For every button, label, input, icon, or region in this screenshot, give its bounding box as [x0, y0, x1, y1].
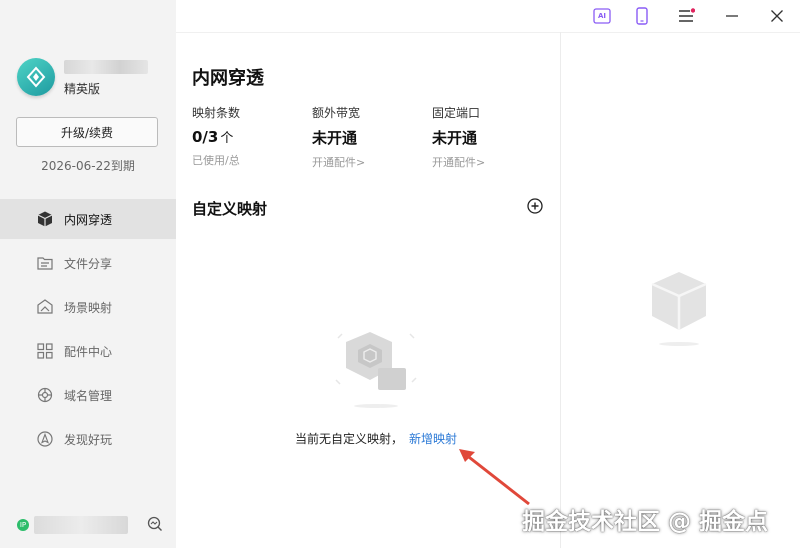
sidebar-item-label: 配件中心 — [64, 344, 113, 359]
minimize-icon — [726, 15, 738, 17]
mobile-app-button[interactable] — [632, 6, 652, 26]
sidebar-item-label: 发现好玩 — [64, 432, 113, 447]
sidebar-item-label: 文件分享 — [64, 256, 113, 271]
globe-icon — [37, 387, 53, 403]
sidebar-item-label: 内网穿透 — [64, 212, 113, 227]
ip-address-blurred — [34, 516, 128, 534]
upgrade-button[interactable]: 升级/续费 — [16, 117, 158, 147]
network-check-icon[interactable] — [147, 516, 163, 532]
stat-value: 未开通 — [432, 129, 478, 147]
scene-map-icon — [37, 299, 53, 314]
sidebar-item-label: 域名管理 — [64, 388, 113, 403]
mobile-icon — [636, 7, 648, 25]
grid-icon — [37, 343, 53, 359]
stat-sub: 已使用/总 — [192, 154, 240, 167]
sidebar-nav: 内网穿透 文件分享 场景映射 配件中心 域名管理 发现好玩 — [0, 199, 176, 463]
stat-label: 额外带宽 — [312, 106, 361, 120]
open-accessory-link[interactable]: 开通配件> — [432, 154, 485, 170]
sidebar-item-label: 场景映射 — [64, 300, 113, 315]
edition-label: 精英版 — [64, 82, 101, 96]
sidebar-item-file-share[interactable]: 文件分享 — [0, 243, 176, 283]
stat-fixed-port: 固定端口 未开通 开通配件> — [432, 104, 485, 170]
add-mapping-link[interactable]: 新增映射 — [409, 432, 457, 446]
stat-label: 映射条数 — [192, 106, 241, 120]
app-logo — [17, 58, 55, 96]
ai-label: AI — [597, 12, 607, 20]
header-divider — [176, 32, 800, 33]
menu-button[interactable] — [676, 6, 696, 26]
page-title: 内网穿透 — [192, 68, 264, 89]
open-accessory-link[interactable]: 开通配件> — [312, 154, 365, 170]
custom-mapping-title: 自定义映射 — [192, 200, 268, 218]
ai-assistant-button[interactable]: AI — [592, 6, 612, 26]
right-panel-cube-icon — [651, 272, 707, 346]
sidebar-item-discover[interactable]: 发现好玩 — [0, 419, 176, 459]
stat-value: 0/3 个 — [192, 128, 234, 146]
empty-state-icon — [335, 332, 417, 408]
stat-mapping-count: 映射条数 0/3 个 已使用/总 — [192, 104, 240, 168]
panel-divider — [560, 32, 561, 548]
watermark: 掘金技术社区 @ 掘金点 — [522, 509, 769, 535]
stat-value: 未开通 — [312, 129, 358, 147]
sidebar-item-accessory[interactable]: 配件中心 — [0, 331, 176, 371]
stat-unit: 个 — [220, 131, 234, 146]
username-blurred — [64, 60, 148, 74]
minimize-button[interactable] — [722, 6, 742, 26]
stat-extra-bandwidth: 额外带宽 未开通 开通配件> — [312, 104, 365, 170]
cube-icon — [37, 211, 53, 227]
close-icon — [771, 10, 783, 22]
ip-status-badge: IP — [17, 519, 29, 531]
add-mapping-icon[interactable] — [527, 198, 543, 214]
empty-message-text: 当前无自定义映射， — [295, 432, 404, 446]
menu-icon — [679, 8, 695, 22]
sidebar: 精英版 升级/续费 2026-06-22到期 内网穿透 文件分享 场景映射 配件… — [0, 0, 176, 548]
sidebar-item-domain[interactable]: 域名管理 — [0, 375, 176, 415]
close-button[interactable] — [767, 6, 787, 26]
folder-share-icon — [37, 257, 53, 270]
annotation-arrow — [459, 449, 530, 506]
stat-label: 固定端口 — [432, 106, 481, 120]
sidebar-item-scene-map[interactable]: 场景映射 — [0, 287, 176, 327]
sidebar-item-intranet[interactable]: 内网穿透 — [0, 199, 176, 239]
empty-state-message: 当前无自定义映射， 新增映射 — [295, 430, 457, 447]
expire-date: 2026-06-22到期 — [41, 159, 135, 173]
compass-icon — [37, 431, 53, 447]
